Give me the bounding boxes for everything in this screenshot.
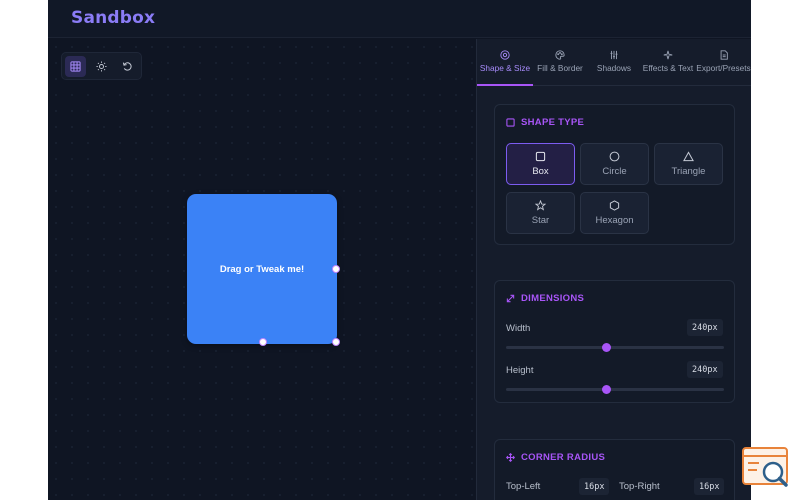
properties-panel: Shape & Size Fill & Border Shadows Effec…: [476, 39, 751, 500]
move-icon: [506, 453, 515, 462]
canvas-area[interactable]: Drag or Tweak me!: [48, 39, 475, 500]
width-slider-thumb[interactable]: [601, 343, 611, 352]
preview-shape[interactable]: Drag or Tweak me!: [187, 194, 337, 344]
dimensions-card: DIMENSIONS Width 240px Height 240px: [494, 280, 735, 403]
triangle-icon: [683, 151, 694, 162]
top-left-value[interactable]: 16px: [579, 478, 610, 495]
height-label: Height: [506, 365, 534, 376]
expand-icon: [506, 294, 515, 303]
grid-icon: [70, 61, 81, 72]
shape-option-hexagon[interactable]: Hexagon: [580, 192, 649, 234]
shape-label: Drag or Tweak me!: [219, 263, 305, 275]
shape-type-card: SHAPE TYPE Box Circle Triangle Star Hexa…: [494, 104, 735, 245]
palette-icon: [555, 50, 565, 60]
tab-export-presets[interactable]: Export/Presets: [695, 39, 751, 86]
tab-fill-border[interactable]: Fill & Border: [533, 39, 587, 86]
circle-icon: [609, 151, 620, 162]
hexagon-icon: [609, 200, 620, 211]
app-title: Sandbox: [71, 8, 156, 28]
width-value[interactable]: 240px: [687, 319, 723, 336]
height-slider[interactable]: [506, 385, 724, 394]
tab-shadows[interactable]: Shadows: [587, 39, 641, 86]
shape-option-star[interactable]: Star: [506, 192, 575, 234]
shape-type-title: SHAPE TYPE: [506, 117, 584, 128]
tab-effects-text[interactable]: Effects & Text: [641, 39, 695, 86]
sliders-icon: [610, 50, 618, 60]
magnifier-badge-icon: [742, 447, 788, 487]
dimensions-title: DIMENSIONS: [506, 293, 584, 304]
file-icon: [720, 50, 728, 60]
height-slider-thumb[interactable]: [601, 385, 611, 394]
top-right-label: Top-Right: [619, 481, 660, 492]
grid-toggle-button[interactable]: [65, 56, 86, 77]
app-header: Sandbox: [48, 0, 751, 38]
width-slider[interactable]: [506, 343, 724, 352]
reset-button[interactable]: [117, 56, 138, 77]
top-left-label: Top-Left: [506, 481, 541, 492]
reset-icon: [122, 62, 132, 71]
square-icon: [506, 118, 515, 127]
panel-tabs: Shape & Size Fill & Border Shadows Effec…: [477, 39, 751, 86]
shape-option-box[interactable]: Box: [506, 143, 575, 185]
sparkle-icon: [663, 50, 673, 60]
canvas-toolbar: [61, 52, 142, 80]
sun-icon: [96, 61, 107, 72]
resize-handle-bottom[interactable]: [259, 338, 267, 346]
theme-toggle-button[interactable]: [91, 56, 112, 77]
app-window: Sandbox Drag or Tweak me! Shape & Size F…: [48, 0, 751, 500]
tab-shape-size[interactable]: Shape & Size: [477, 39, 533, 86]
shape-option-triangle[interactable]: Triangle: [654, 143, 723, 185]
star-icon: [535, 200, 546, 211]
shape-option-circle[interactable]: Circle: [580, 143, 649, 185]
target-icon: [500, 50, 510, 60]
corner-radius-card: CORNER RADIUS Top-Left 16px Top-Right 16…: [494, 439, 735, 500]
square-icon: [535, 151, 546, 162]
top-right-value[interactable]: 16px: [694, 478, 725, 495]
resize-handle-right[interactable]: [332, 265, 340, 273]
width-label: Width: [506, 323, 531, 334]
resize-handle-corner[interactable]: [332, 338, 340, 346]
corner-radius-title: CORNER RADIUS: [506, 452, 605, 463]
height-value[interactable]: 240px: [687, 361, 723, 378]
